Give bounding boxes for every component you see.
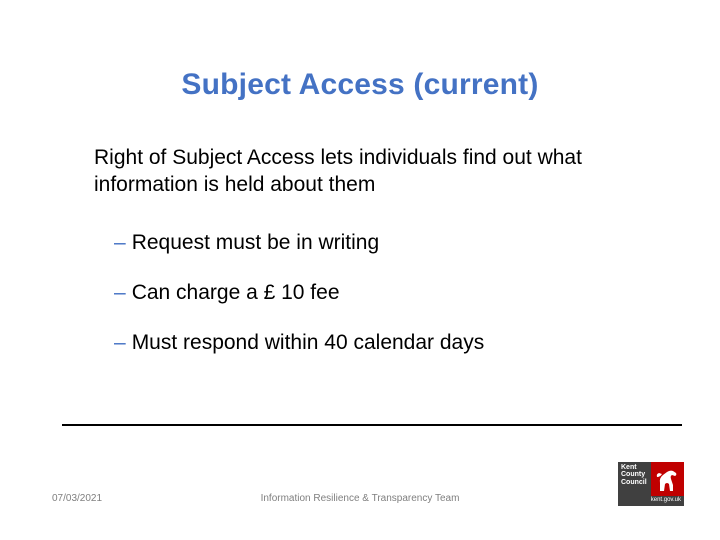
bullet-text: Request must be in writing [132, 229, 379, 257]
list-item: – Request must be in writing [114, 229, 630, 257]
logo-top: Kent County Council [618, 462, 684, 496]
logo-line: County [621, 471, 648, 478]
logo-emblem [651, 462, 684, 496]
logo-line: Kent [621, 464, 648, 471]
bullet-dash-icon: – [114, 279, 126, 307]
slide-title: Subject Access (current) [0, 0, 720, 102]
horse-icon [654, 465, 681, 493]
list-item: – Must respond within 40 calendar days [114, 329, 630, 357]
slide: Subject Access (current) Right of Subjec… [0, 0, 720, 540]
logo-line: Council [621, 479, 648, 486]
logo-url: kent.gov.uk [618, 496, 684, 506]
bullet-text: Must respond within 40 calendar days [132, 329, 485, 357]
kent-council-logo: Kent County Council kent.gov.uk [618, 462, 684, 512]
logo-text-block: Kent County Council [618, 462, 651, 496]
bullet-list: – Request must be in writing – Can charg… [94, 229, 630, 358]
bullet-dash-icon: – [114, 329, 126, 357]
bullet-text: Can charge a £ 10 fee [132, 279, 340, 307]
list-item: – Can charge a £ 10 fee [114, 279, 630, 307]
slide-body: Right of Subject Access lets individuals… [0, 102, 720, 358]
horizontal-rule [62, 424, 682, 426]
footer-team: Information Resilience & Transparency Te… [0, 493, 720, 504]
intro-text: Right of Subject Access lets individuals… [94, 144, 630, 199]
bullet-dash-icon: – [114, 229, 126, 257]
